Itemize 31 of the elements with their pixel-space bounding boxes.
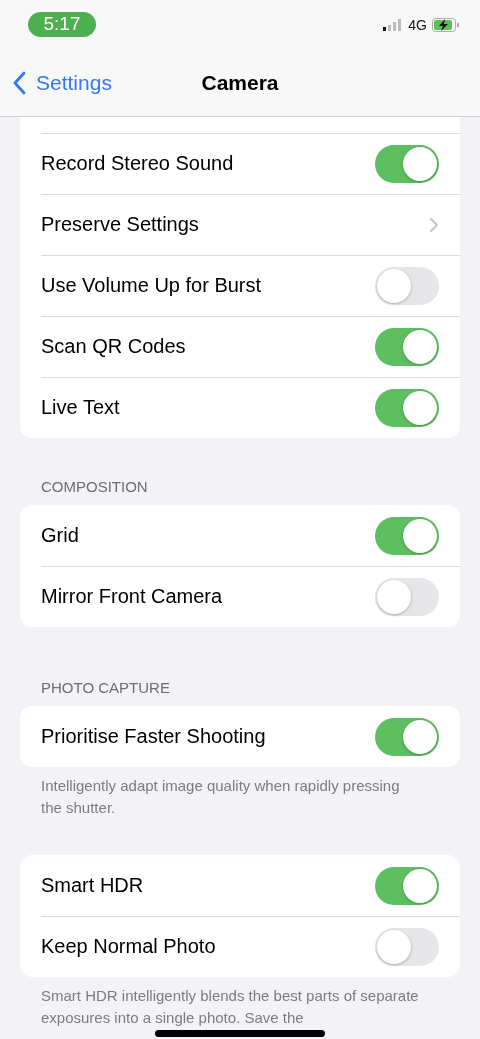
page-title: Camera <box>201 71 279 95</box>
setting-label: Mirror Front Camera <box>41 585 223 608</box>
setting-label: Grid <box>41 524 79 547</box>
toggle-switch[interactable] <box>375 717 439 756</box>
back-chevron-icon <box>12 71 26 95</box>
battery-charging-icon <box>432 18 460 32</box>
toggle-switch[interactable] <box>375 866 439 905</box>
section-header: PHOTO CAPTURE <box>40 679 171 698</box>
setting-label: Record Stereo Sound <box>41 152 234 175</box>
setting-label: Keep Normal Photo <box>41 935 216 958</box>
toggle-switch[interactable] <box>375 144 439 183</box>
setting-label: Use Volume Up for Burst <box>41 274 262 297</box>
toggle-switch[interactable] <box>375 516 439 555</box>
toggle-switch[interactable] <box>375 577 439 616</box>
setting-label: Scan QR Codes <box>41 335 186 358</box>
setting-label: Live Text <box>41 396 120 419</box>
toggle-switch[interactable] <box>375 266 439 305</box>
network-label: 4G <box>408 17 427 33</box>
toggle-switch[interactable] <box>375 927 439 966</box>
status-time: 5:17 <box>28 11 96 37</box>
signal-icon <box>383 19 404 31</box>
setting-label: Smart HDR <box>41 874 144 897</box>
toggle-switch[interactable] <box>375 388 439 427</box>
back-button[interactable]: Settings <box>0 71 112 95</box>
setting-label: Prioritise Faster Shooting <box>41 725 266 748</box>
section-footer: Intelligently adapt image quality when rapidly pressing the shutter. <box>20 767 460 819</box>
chevron-right-icon[interactable] <box>429 216 439 233</box>
setting-label: Preserve Settings <box>41 213 199 236</box>
section-header: COMPOSITION <box>40 478 149 497</box>
section-footer: Smart HDR intelligently blends the best parts of separate exposures into a single photo. Save the <box>20 977 460 1029</box>
toggle-switch[interactable] <box>375 327 439 366</box>
